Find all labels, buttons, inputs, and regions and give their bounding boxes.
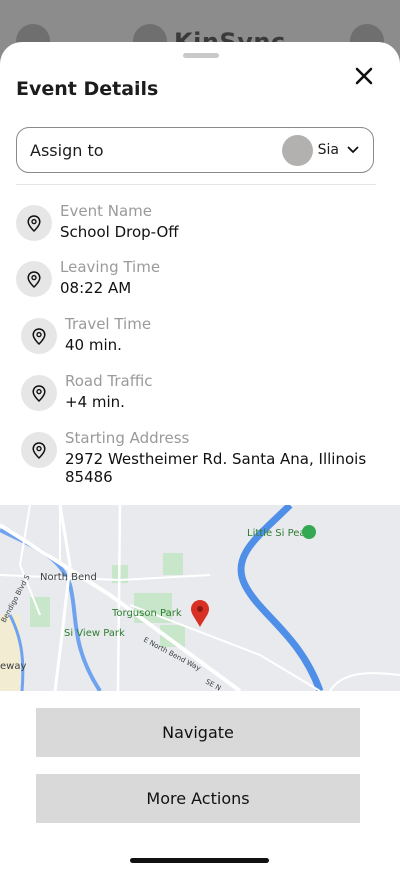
location-pin-icon bbox=[21, 375, 57, 411]
navigate-button[interactable]: Navigate bbox=[36, 708, 360, 757]
sheet-grabber[interactable] bbox=[183, 53, 219, 58]
detail-value: 40 min. bbox=[65, 336, 122, 354]
location-pin-icon bbox=[21, 432, 57, 468]
close-button[interactable] bbox=[350, 62, 378, 90]
assign-to-dropdown[interactable]: Assign to Sia bbox=[16, 127, 374, 173]
detail-label: Road Traffic bbox=[65, 372, 153, 390]
close-icon bbox=[355, 67, 373, 85]
detail-label: Travel Time bbox=[65, 315, 152, 333]
assign-to-label: Assign to bbox=[30, 140, 104, 160]
sheet-title: Event Details bbox=[16, 78, 159, 100]
detail-label: Leaving Time bbox=[60, 258, 161, 276]
detail-row-event-name: Event Name School Drop-Off bbox=[16, 202, 179, 241]
assignee-avatar bbox=[281, 134, 313, 166]
detail-label: Event Name bbox=[60, 202, 152, 220]
assignee-name: Sia bbox=[317, 142, 339, 158]
map-label-little-si-peak: Little Si Peak bbox=[247, 528, 312, 539]
park-icon bbox=[302, 525, 316, 539]
detail-value: +4 min. bbox=[65, 393, 125, 411]
map-canvas: North Bend Torguson Park Si View Park Li… bbox=[0, 505, 400, 691]
location-pin-icon bbox=[16, 205, 52, 241]
detail-row-leaving-time: Leaving Time 08:22 AM bbox=[16, 258, 160, 297]
detail-label: Starting Address bbox=[65, 429, 190, 447]
home-indicator bbox=[130, 858, 269, 863]
detail-row-starting-address: Starting Address 2972 Westheimer Rd. San… bbox=[21, 429, 375, 486]
map-label-safeway: eway bbox=[0, 661, 26, 672]
route-map[interactable]: North Bend Torguson Park Si View Park Li… bbox=[0, 505, 400, 691]
detail-value: 08:22 AM bbox=[60, 279, 132, 297]
detail-value: School Drop-Off bbox=[60, 223, 179, 241]
divider bbox=[16, 184, 376, 185]
chevron-down-icon bbox=[347, 146, 359, 153]
map-label-north-bend: North Bend bbox=[40, 572, 97, 583]
detail-row-travel-time: Travel Time 40 min. bbox=[21, 315, 151, 354]
location-pin-icon bbox=[21, 318, 57, 354]
detail-value: 2972 Westheimer Rd. Santa Ana, Illinois … bbox=[65, 450, 367, 486]
more-actions-button[interactable]: More Actions bbox=[36, 774, 360, 823]
detail-row-road-traffic: Road Traffic +4 min. bbox=[21, 372, 152, 411]
map-label-torguson-park: Torguson Park bbox=[111, 608, 182, 619]
event-details-sheet: Event Details Assign to Sia Event Name S… bbox=[0, 42, 400, 872]
location-pin-icon bbox=[16, 261, 52, 297]
map-label-si-view-park: Si View Park bbox=[64, 628, 125, 639]
